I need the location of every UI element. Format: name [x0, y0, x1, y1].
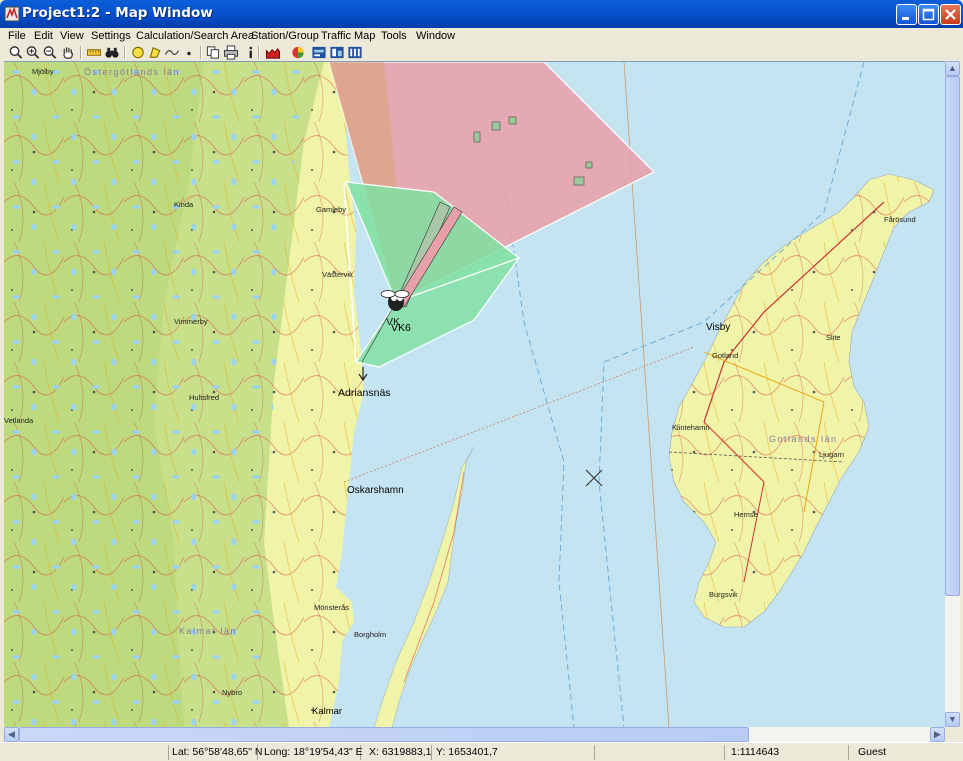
label-ljugarn: Ljugarn	[819, 450, 844, 459]
toolbar-separator	[124, 46, 126, 59]
menu-view[interactable]: View	[60, 30, 84, 42]
toolbar-separator	[80, 46, 82, 59]
status-y-coordinate: Y: 1653401,7	[436, 745, 595, 760]
status-latitude: Lat: 56°58'48,65" N	[172, 745, 263, 760]
scroll-left-button[interactable]: ◀	[4, 727, 19, 742]
label-mjolby: Mjölby	[32, 67, 54, 76]
label-gotland: Gotland	[712, 351, 738, 360]
menu-edit[interactable]: Edit	[34, 30, 53, 42]
menu-window[interactable]: Window	[416, 30, 455, 42]
title-bar[interactable]: Project1:2 - Map Window	[0, 0, 963, 28]
status-blank	[0, 745, 169, 760]
status-bar: Lat: 56°58'48,65" N Long: 18°19'54,43" E…	[0, 742, 963, 761]
label-visby: Visby	[706, 322, 730, 333]
label-gamleby: Gamleby	[316, 205, 346, 214]
label-kinda: Kinda	[174, 200, 194, 209]
label-vimmerby: Vimmerby	[174, 317, 208, 326]
app-icon	[4, 6, 20, 22]
label-hultsfred: Hultsfred	[189, 393, 219, 402]
pan-hand-icon[interactable]	[60, 45, 76, 60]
menu-settings[interactable]: Settings	[91, 30, 131, 42]
label-oskarshamn: Oskarshamn	[347, 485, 404, 496]
circle-icon[interactable]	[130, 45, 146, 60]
print-icon[interactable]	[223, 45, 239, 60]
scroll-down-button[interactable]: ▼	[945, 712, 960, 727]
menu-file[interactable]: File	[8, 30, 26, 42]
minimize-icon	[902, 17, 909, 20]
status-longitude: Long: 18°19'54,43" E	[264, 745, 363, 760]
zoom-icon[interactable]	[8, 45, 24, 60]
status-scale: 1:1114643	[731, 745, 849, 760]
menu-station-group[interactable]: Station/Group	[251, 30, 319, 42]
scroll-up-button[interactable]: ▲	[945, 61, 960, 76]
ruler-icon[interactable]	[86, 45, 102, 60]
status-x-coordinate: X: 6319883,1	[369, 745, 432, 760]
close-icon	[945, 9, 956, 20]
mainland-lakes	[4, 62, 304, 728]
map-canvas[interactable]: VK VK6 Adriansnäs Oskarshamn Visby Kalma…	[4, 61, 945, 728]
menu-calculation-search-area[interactable]: Calculation/Search Area	[136, 30, 254, 42]
status-user: Guest	[858, 746, 887, 758]
label-vetlanda: Vetlanda	[4, 416, 34, 425]
zoom-out-icon[interactable]	[42, 45, 58, 60]
window-title: Project1:2 - Map Window	[22, 5, 213, 21]
label-gotlands-lan: Gotlands län	[769, 434, 838, 444]
close-button[interactable]	[940, 4, 961, 25]
menu-tools[interactable]: Tools	[381, 30, 407, 42]
traffic-icon[interactable]	[347, 45, 363, 60]
map-drawing: VK VK6 Adriansnäs Oskarshamn Visby Kalma…	[4, 62, 945, 728]
station-icon[interactable]	[329, 45, 345, 60]
label-vastervik: Västervik	[322, 270, 353, 279]
vertical-scrollbar[interactable]: ▲ ▼	[945, 61, 960, 727]
menu-traffic-map[interactable]: Traffic Map	[321, 30, 375, 42]
maximize-button[interactable]	[918, 4, 939, 25]
menu-bar: File Edit View Settings Calculation/Sear…	[4, 28, 959, 45]
label-ostergotlands-lan: Östergötlands län	[84, 67, 180, 77]
label-adriansnas: Adriansnäs	[338, 387, 391, 399]
binoculars-icon[interactable]	[104, 45, 120, 60]
horizontal-scrollbar[interactable]: ◀ ▶	[4, 727, 945, 742]
zoom-in-icon[interactable]	[25, 45, 41, 60]
status-empty-panel	[598, 745, 725, 760]
map-window: Project1:2 - Map Window File Edit View S…	[0, 0, 963, 761]
line-icon[interactable]	[164, 45, 180, 60]
label-hemse: Hemse	[734, 510, 758, 519]
point-icon[interactable]	[181, 45, 197, 60]
vertical-scroll-thumb[interactable]	[945, 76, 960, 596]
toolbar-separator	[200, 46, 202, 59]
toolbar-separator	[258, 46, 260, 59]
label-farosund: Fårösund	[884, 215, 916, 224]
polygon-icon[interactable]	[147, 45, 163, 60]
toolbar	[4, 45, 959, 61]
info-icon[interactable]	[243, 45, 259, 60]
maximize-icon	[922, 8, 935, 21]
coverage-icon[interactable]	[290, 45, 306, 60]
label-kalmar: Kalmar	[312, 706, 342, 717]
profile-icon[interactable]	[265, 45, 281, 60]
label-klintehamn: Klintehamn	[672, 423, 710, 432]
label-borgholm: Borgholm	[354, 630, 386, 639]
label-monsteras: Mönsterås	[314, 603, 349, 612]
label-vk6: VK6	[391, 322, 411, 334]
label-nybro: Nybro	[222, 688, 242, 697]
map-layer-icon[interactable]	[311, 45, 327, 60]
label-slite: Slite	[826, 333, 841, 342]
scroll-right-button[interactable]: ▶	[930, 727, 945, 742]
copy-icon[interactable]	[205, 45, 221, 60]
label-burgsvik: Burgsvik	[709, 590, 738, 599]
minimize-button[interactable]	[896, 4, 917, 25]
horizontal-scroll-thumb[interactable]	[19, 727, 749, 742]
label-kalmar-lan: Kalmar län	[179, 626, 237, 636]
